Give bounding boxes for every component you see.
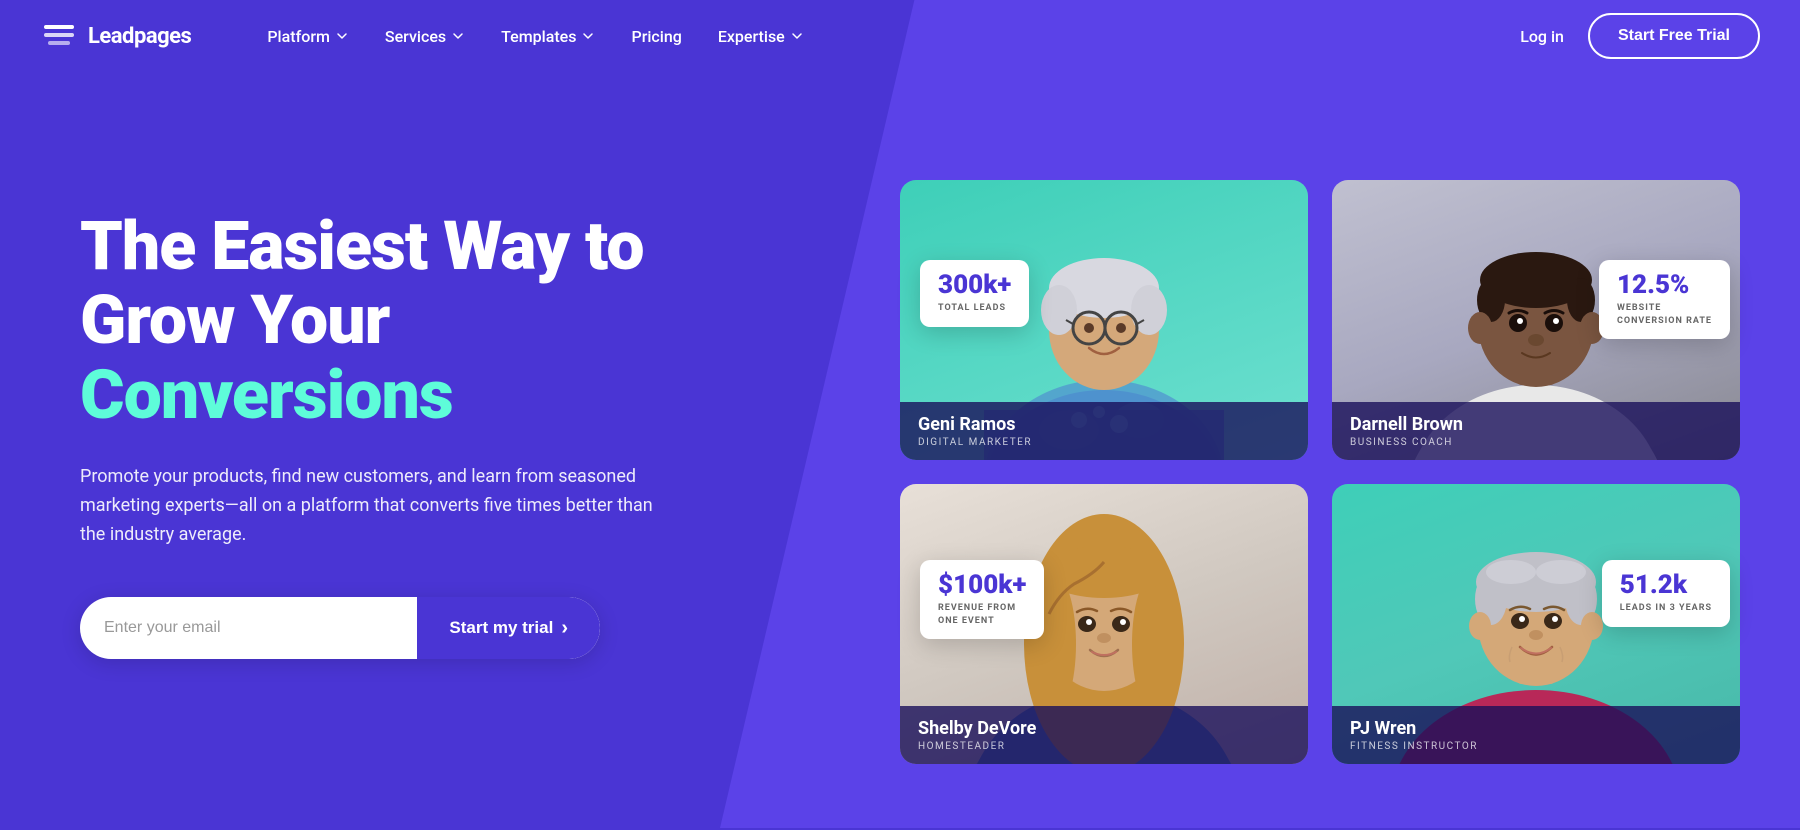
chevron-down-icon — [581, 29, 595, 43]
shelby-role: Homesteader — [918, 741, 1290, 752]
pj-label: PJ Wren Fitness Instructor — [1332, 706, 1740, 764]
hero-subtext: Promote your products, find new customer… — [80, 463, 660, 549]
hero-right: 300k+ TOTAL LEADS 12.5% WEBSITECONVERSIO… — [840, 80, 1800, 830]
geni-name: Geni Ramos — [918, 414, 1290, 435]
badge-512k-label: LEADS IN 3 YEARS — [1620, 602, 1712, 615]
shelby-label: Shelby DeVore Homesteader — [900, 706, 1308, 764]
geni-label: Geni Ramos Digital Marketer — [900, 402, 1308, 460]
nav-item-platform[interactable]: Platform — [251, 19, 365, 54]
cards-container: 300k+ TOTAL LEADS 12.5% WEBSITECONVERSIO… — [900, 180, 1740, 788]
login-link[interactable]: Log in — [1520, 27, 1564, 46]
badge-300k-label: TOTAL LEADS — [938, 302, 1011, 315]
badge-125-value: 12.5% — [1617, 272, 1712, 298]
nav-item-templates[interactable]: Templates — [485, 19, 611, 54]
pj-name: PJ Wren — [1350, 718, 1722, 739]
nav-templates-label: Templates — [501, 27, 576, 46]
headline-line2: Grow Your — [80, 280, 389, 360]
hero-left: The Easiest Way to Grow Your Conversions… — [0, 0, 820, 828]
nav-right: Log in Start Free Trial — [1520, 13, 1760, 59]
stat-badge-512k: 51.2k LEADS IN 3 YEARS — [1602, 560, 1730, 627]
badge-100k-value: $100k+ — [938, 572, 1026, 598]
chevron-down-icon — [335, 29, 349, 43]
geni-role: Digital Marketer — [918, 437, 1290, 448]
logo[interactable]: Leadpages — [40, 17, 191, 55]
nav-platform-label: Platform — [267, 27, 330, 46]
headline-accent: Conversions — [80, 355, 453, 435]
badge-512k-value: 51.2k — [1620, 572, 1712, 598]
logo-icon — [40, 17, 78, 55]
nav-services-label: Services — [385, 27, 446, 46]
nav-pricing-label: Pricing — [631, 27, 681, 46]
stat-badge-300k: 300k+ TOTAL LEADS — [920, 260, 1029, 327]
start-trial-button[interactable]: Start Free Trial — [1588, 13, 1760, 59]
badge-125-label: WEBSITECONVERSION RATE — [1617, 302, 1712, 327]
nav-item-expertise[interactable]: Expertise — [702, 19, 820, 54]
pj-role: Fitness Instructor — [1350, 741, 1722, 752]
cta-label: Start my trial — [449, 618, 553, 638]
cta-arrow: › — [561, 617, 568, 640]
start-trial-cta-button[interactable]: Start my trial › — [417, 597, 600, 659]
darnell-name: Darnell Brown — [1350, 414, 1722, 435]
darnell-role: Business Coach — [1350, 437, 1722, 448]
email-input[interactable] — [80, 597, 417, 659]
darnell-label: Darnell Brown Business Coach — [1332, 402, 1740, 460]
nav-expertise-label: Expertise — [718, 27, 785, 46]
stat-badge-125: 12.5% WEBSITECONVERSION RATE — [1599, 260, 1730, 339]
nav-links: Platform Services Templates Pricing Expe… — [251, 19, 1520, 54]
logo-text: Leadpages — [88, 24, 191, 49]
nav-item-pricing[interactable]: Pricing — [615, 19, 697, 54]
hero-headline: The Easiest Way to Grow Your Conversions — [80, 209, 760, 433]
stat-badge-100k: $100k+ REVENUE FROMONE EVENT — [920, 560, 1044, 639]
badge-100k-label: REVENUE FROMONE EVENT — [938, 602, 1026, 627]
chevron-down-icon — [790, 29, 804, 43]
nav-item-services[interactable]: Services — [369, 19, 481, 54]
badge-300k-value: 300k+ — [938, 272, 1011, 298]
shelby-name: Shelby DeVore — [918, 718, 1290, 739]
navbar: Leadpages Platform Services Templates Pr… — [0, 0, 1800, 72]
headline-line1: The Easiest Way to — [80, 206, 644, 286]
chevron-down-icon — [451, 29, 465, 43]
hero-cta-form: Start my trial › — [80, 597, 600, 659]
